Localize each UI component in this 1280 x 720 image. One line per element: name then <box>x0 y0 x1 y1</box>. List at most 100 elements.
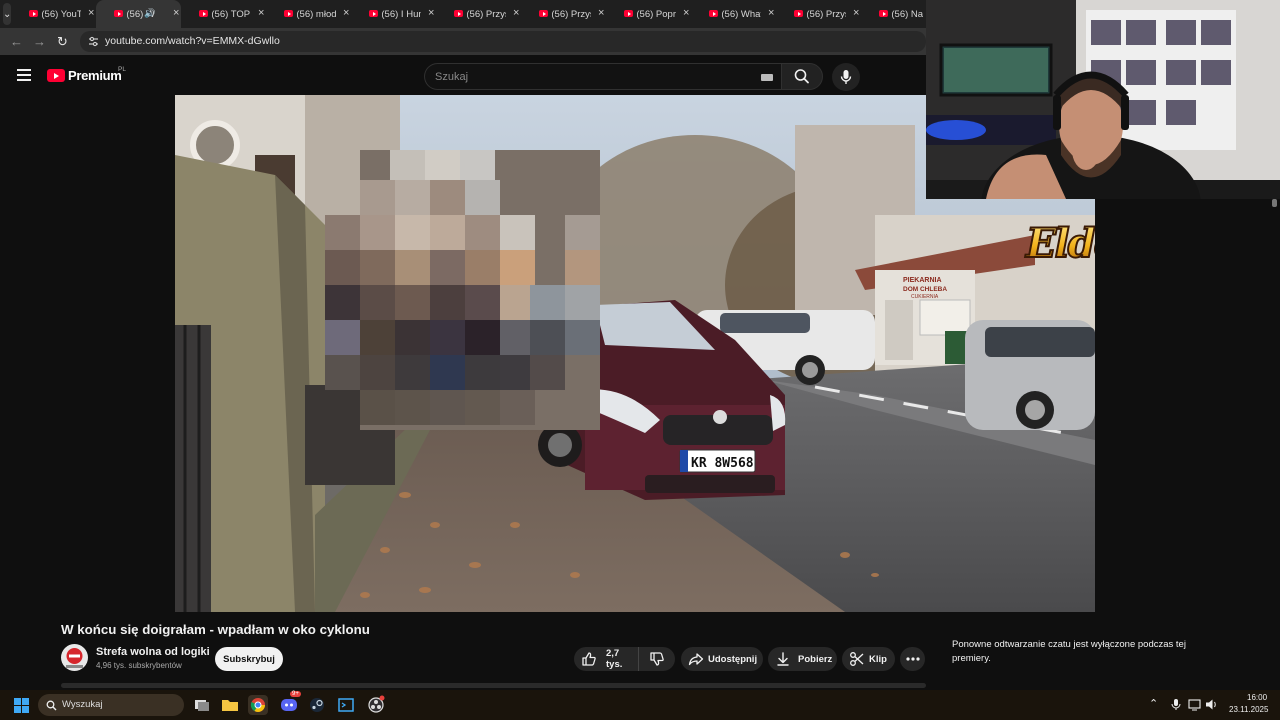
site-info-icon[interactable] <box>88 36 99 47</box>
youtube-favicon-icon <box>624 10 634 17</box>
discord-notification-badge: 9+ <box>290 691 301 697</box>
browser-tab-strip: ⌄ (56) YouTu×(56) W🔊×(56) TOP 1×(56) mło… <box>0 0 944 28</box>
browser-tab[interactable]: (56) YouTu × <box>11 0 96 28</box>
browser-tab[interactable]: (56) Przysz × <box>776 0 861 28</box>
youtube-favicon-icon <box>199 10 209 17</box>
reload-icon[interactable]: ↻ <box>57 34 68 50</box>
browser-tab[interactable]: (56) młodz × <box>266 0 351 28</box>
browser-tab[interactable]: (56) Przysz × <box>521 0 606 28</box>
tab-search-dropdown-icon[interactable]: ⌄ <box>3 3 12 25</box>
taskbar-search-box[interactable]: Wyszukaj <box>38 694 184 716</box>
dislike-button[interactable] <box>638 647 675 671</box>
terminal-icon[interactable] <box>336 695 356 715</box>
country-code: PL <box>118 66 126 73</box>
more-actions-button[interactable] <box>900 647 925 671</box>
shop-sign-text: PIEKARNIA <box>903 277 942 284</box>
url-text: youtube.com/watch?v=EMMX-dGwllo <box>105 35 280 47</box>
clip-button[interactable]: Klip <box>842 647 895 671</box>
voice-search-button[interactable] <box>832 63 860 91</box>
tab-close-icon[interactable]: × <box>768 7 774 19</box>
share-icon <box>688 653 704 666</box>
tab-title: (56) Przysz <box>466 8 506 20</box>
task-view-icon[interactable] <box>192 695 212 715</box>
share-label: Udostępnij <box>708 653 758 665</box>
omnibox[interactable]: youtube.com/watch?v=EMMX-dGwllo <box>80 31 926 52</box>
chrome-icon[interactable] <box>248 695 268 715</box>
steam-icon[interactable] <box>307 695 327 715</box>
browser-tab[interactable]: (56) Popra × <box>606 0 691 28</box>
browser-tab[interactable]: (56) I Hum × <box>351 0 436 28</box>
shop-sign-text-2: DOM CHLEBA <box>903 286 947 293</box>
download-button[interactable]: Pobierz <box>768 647 837 671</box>
thumbs-down-icon <box>650 652 664 666</box>
tab-close-icon[interactable]: × <box>88 7 94 19</box>
browser-tab[interactable]: (56) W 🔊 × <box>96 0 182 28</box>
browser-tab[interactable]: (56) TOP 1 × <box>181 0 266 28</box>
discord-icon[interactable]: 9+ <box>279 691 301 715</box>
youtube-premium-label[interactable]: Premium <box>68 68 122 83</box>
tab-title: (56) What <box>721 8 762 20</box>
chat-scrollbar[interactable] <box>1272 199 1277 207</box>
address-bar: ← → ↻ youtube.com/watch?v=EMMX-dGwllo <box>0 28 926 55</box>
tab-close-icon[interactable]: × <box>683 7 689 19</box>
tab-title: (56) I Hum <box>381 8 421 20</box>
clip-label: Klip <box>869 653 887 665</box>
tab-close-icon[interactable]: × <box>428 7 434 19</box>
download-label: Pobierz <box>798 653 833 665</box>
tab-title: (56) Przysz <box>806 8 846 20</box>
tab-close-icon[interactable]: × <box>173 7 179 19</box>
tab-title: (56) TOP 1 <box>211 8 251 20</box>
chat-replay-disabled-message: Ponowne odtwarzanie czatu jest wyłączone… <box>952 639 1186 664</box>
like-button[interactable]: 2,7 tys. <box>574 647 638 671</box>
webcam-feed <box>926 0 1280 199</box>
tray-volume-icon[interactable] <box>1205 698 1219 711</box>
youtube-header: Premium PL Szukaj <box>0 56 926 95</box>
hamburger-menu-icon[interactable] <box>17 69 31 81</box>
channel-name[interactable]: Strefa wolna od logiki <box>96 646 210 658</box>
like-count: 2,7 tys. <box>606 648 623 670</box>
search-input[interactable]: Szukaj <box>424 63 781 90</box>
windows-taskbar: Wyszukaj 9+ ⌃ 16:00 23.11.2025 <box>0 690 1280 720</box>
youtube-favicon-icon <box>709 10 719 17</box>
tray-network-icon[interactable] <box>1188 698 1202 711</box>
youtube-favicon-icon <box>284 10 294 17</box>
youtube-favicon-icon <box>29 10 39 17</box>
microphone-icon <box>840 70 852 84</box>
license-plate-text: KR 8W568 <box>691 456 754 471</box>
tab-close-icon[interactable]: × <box>598 7 604 19</box>
forward-arrow-icon[interactable]: → <box>33 34 46 49</box>
browser-tab[interactable]: (56) What × <box>691 0 776 28</box>
tab-close-icon[interactable]: × <box>343 7 349 19</box>
tab-close-icon[interactable]: × <box>853 7 859 19</box>
webcam-overlay <box>926 0 1280 199</box>
tray-clock-date[interactable]: 23.11.2025 <box>1229 705 1268 714</box>
download-icon <box>777 652 789 666</box>
browser-tab[interactable]: (56) Przysz × <box>436 0 521 28</box>
channel-subscriber-count: 4,96 tys. subskrybentów <box>96 661 182 670</box>
pixelated-censor-block <box>325 150 600 430</box>
back-arrow-icon[interactable]: ← <box>10 34 23 49</box>
youtube-logo-icon[interactable] <box>47 69 65 82</box>
tab-title: (56) Popra <box>636 8 676 20</box>
scissors-icon <box>850 652 864 666</box>
description-box-edge <box>61 683 926 688</box>
tab-audio-icon[interactable]: 🔊 <box>144 8 155 19</box>
taskbar-search-placeholder: Wyszukaj <box>62 699 103 710</box>
tray-microphone-icon[interactable] <box>1170 698 1182 711</box>
tab-title: (56) Przysz <box>551 8 591 20</box>
subscribe-button[interactable]: Subskrybuj <box>215 647 283 671</box>
keyboard-icon[interactable] <box>761 74 773 81</box>
chat-panel <box>1095 199 1280 612</box>
file-explorer-icon[interactable] <box>220 695 240 715</box>
youtube-favicon-icon <box>369 10 379 17</box>
tab-close-icon[interactable]: × <box>513 7 519 19</box>
share-button[interactable]: Udostępnij <box>681 647 763 671</box>
search-button[interactable] <box>781 63 823 90</box>
tray-clock-time[interactable]: 16:00 <box>1247 693 1267 702</box>
tab-close-icon[interactable]: × <box>258 7 264 19</box>
tray-overflow-chevron-icon[interactable]: ⌃ <box>1149 697 1158 710</box>
windows-start-icon[interactable] <box>14 698 29 713</box>
obs-icon[interactable] <box>366 695 386 715</box>
more-horizontal-icon <box>905 657 920 661</box>
channel-avatar[interactable] <box>61 644 88 671</box>
